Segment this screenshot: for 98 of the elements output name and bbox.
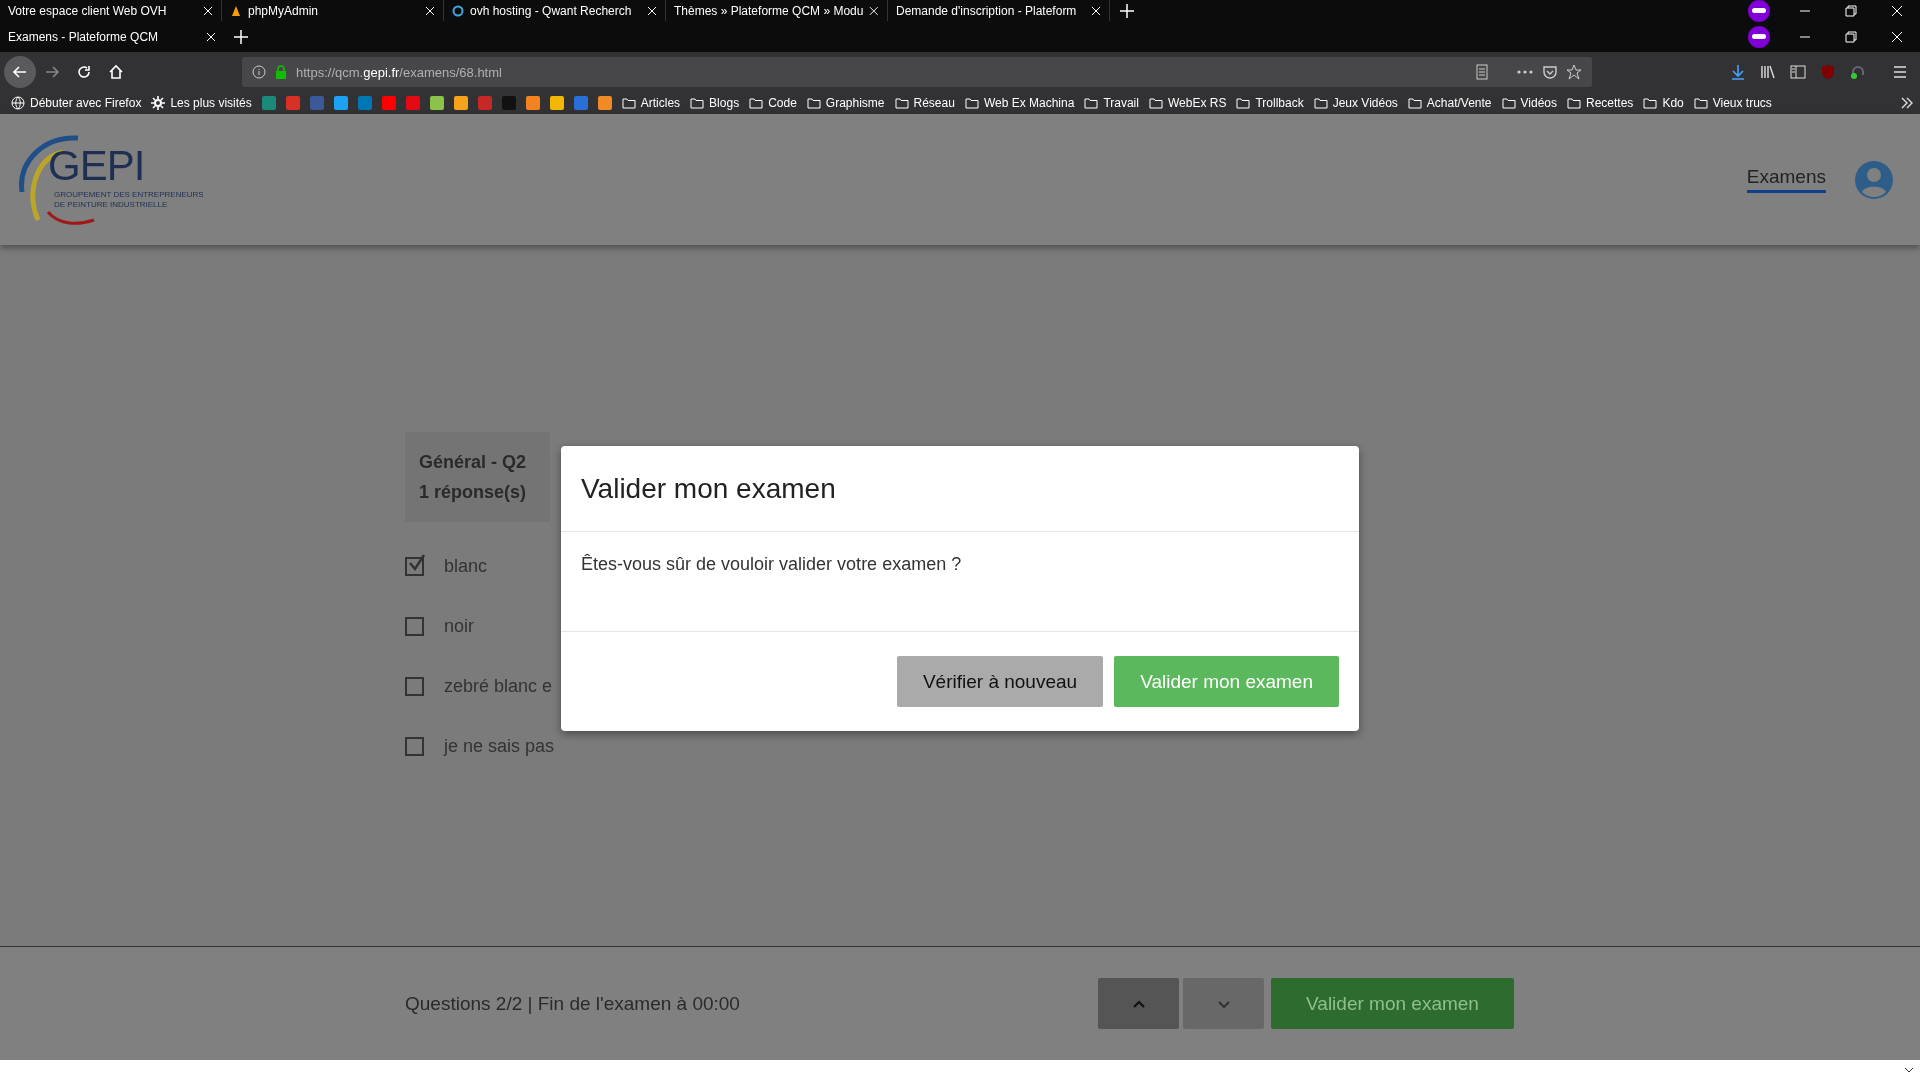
bookmark[interactable]: Code bbox=[744, 92, 802, 114]
close-icon[interactable] bbox=[425, 5, 435, 16]
answer-label: zebré blanc e bbox=[444, 676, 553, 697]
folder-icon bbox=[749, 96, 764, 110]
folder-icon bbox=[806, 96, 821, 110]
checkbox[interactable] bbox=[405, 557, 424, 576]
folder-icon bbox=[621, 96, 636, 110]
favicon-icon[interactable] bbox=[381, 96, 396, 110]
folder-icon bbox=[1567, 96, 1581, 110]
favicon-icon[interactable] bbox=[453, 96, 468, 110]
lock-icon bbox=[274, 65, 288, 79]
close-icon[interactable] bbox=[869, 5, 879, 16]
reload-icon bbox=[76, 64, 92, 80]
exam-status: Questions 2/2 | Fin de l'examen à 00:00 bbox=[405, 992, 741, 1015]
folder-icon bbox=[1313, 96, 1328, 110]
checkbox[interactable] bbox=[405, 617, 424, 636]
folder-icon bbox=[1148, 96, 1163, 110]
chevron-down-icon[interactable] bbox=[1904, 1065, 1914, 1075]
browser-tab[interactable]: Votre espace client Web OVH bbox=[0, 0, 222, 21]
library-icon[interactable] bbox=[1760, 64, 1776, 80]
close-icon[interactable] bbox=[1091, 5, 1101, 16]
bookmark[interactable]: Les plus visités bbox=[146, 92, 257, 114]
bookmark[interactable]: Web Ex Machina bbox=[959, 92, 1080, 114]
folder-icon bbox=[1501, 96, 1516, 110]
download-icon[interactable] bbox=[1730, 64, 1746, 80]
url-text: https://qcm.gepi.fr/examens/68.html bbox=[296, 64, 503, 80]
folder-icon bbox=[1643, 96, 1658, 110]
restore-icon[interactable] bbox=[1845, 30, 1857, 43]
back-arrow-icon bbox=[12, 64, 28, 80]
sidebar-icon[interactable] bbox=[1790, 64, 1806, 80]
dialog-message: Êtes-vous sûr de vouloir valider votre examen ? bbox=[581, 554, 963, 575]
bookmark[interactable]: Trollback bbox=[1231, 92, 1309, 114]
info-icon[interactable] bbox=[252, 65, 266, 79]
menu-icon[interactable] bbox=[1892, 64, 1908, 80]
favicon-icon[interactable] bbox=[597, 96, 612, 110]
gear-icon bbox=[151, 96, 166, 110]
favicon-icon[interactable] bbox=[429, 96, 444, 110]
restore-icon[interactable] bbox=[1845, 4, 1857, 17]
browser-tab[interactable]: Demande d'inscription - Plateform bbox=[888, 0, 1110, 21]
checkbox[interactable] bbox=[405, 737, 424, 756]
close-icon[interactable] bbox=[206, 31, 216, 42]
folder-icon bbox=[964, 96, 979, 110]
folder-icon bbox=[1084, 96, 1099, 110]
forward-arrow-icon bbox=[44, 64, 60, 80]
bookmark[interactable]: Jeux Vidéos bbox=[1308, 92, 1403, 114]
bookmark[interactable]: Travail bbox=[1079, 92, 1144, 114]
bookmark[interactable]: Achat/Vente bbox=[1402, 92, 1497, 114]
bookmark[interactable]: Graphisme bbox=[801, 92, 890, 114]
chevrons-icon[interactable] bbox=[1900, 96, 1914, 110]
close-icon[interactable] bbox=[1891, 30, 1903, 43]
home-icon bbox=[108, 64, 124, 80]
folder-icon bbox=[1236, 96, 1251, 110]
plus-icon[interactable] bbox=[234, 29, 248, 44]
back-button[interactable] bbox=[4, 56, 36, 88]
globe-icon bbox=[11, 96, 25, 110]
answer-label: blanc bbox=[444, 556, 488, 577]
logo-tagline: GROUPEMENT DES ENTREPRENEURS bbox=[54, 190, 204, 199]
review-button[interactable]: Vérifier à nouveau bbox=[896, 656, 1104, 707]
bookmark[interactable]: Articles bbox=[616, 92, 686, 114]
ring-icon bbox=[452, 4, 464, 17]
browser-tab[interactable]: Examens - Plateforme QCM bbox=[0, 21, 224, 52]
bookmark[interactable]: WebEx RS bbox=[1143, 92, 1232, 114]
browser-tab[interactable]: phpMyAdmin bbox=[222, 0, 444, 21]
answer-label: noir bbox=[444, 616, 474, 637]
answer-label: je ne sais pas bbox=[444, 736, 555, 757]
bookmark[interactable]: Réseau bbox=[889, 92, 960, 114]
close-icon[interactable] bbox=[1891, 4, 1903, 17]
plus-icon[interactable] bbox=[1120, 3, 1134, 18]
browser-tab[interactable]: ovh hosting - Qwant Recherch bbox=[444, 0, 666, 21]
browser-tab[interactable]: Thèmes » Plateforme QCM » Modu bbox=[666, 0, 888, 21]
bookmark[interactable]: Kdo bbox=[1638, 92, 1689, 114]
folder-icon bbox=[690, 96, 705, 110]
dialog-title: Valider mon examen bbox=[581, 472, 836, 505]
nav-link[interactable]: Examens bbox=[1746, 166, 1826, 193]
folder-icon bbox=[1407, 96, 1422, 110]
address-bar[interactable]: https://qcm.gepi.fr/examens/68.html bbox=[242, 57, 1592, 87]
logo-text: GEPI bbox=[48, 142, 145, 190]
close-icon[interactable] bbox=[647, 5, 657, 16]
bookmark[interactable]: Vidéos bbox=[1496, 92, 1562, 114]
bookmark[interactable]: Blogs bbox=[685, 92, 745, 114]
close-icon[interactable] bbox=[203, 5, 213, 16]
pocket-icon[interactable] bbox=[1542, 64, 1558, 80]
checkbox[interactable] bbox=[405, 677, 424, 696]
favicon-icon[interactable] bbox=[333, 96, 348, 110]
sail-icon bbox=[230, 4, 242, 17]
bookmark[interactable]: Débuter avec Firefox bbox=[6, 92, 147, 114]
favicon-icon[interactable] bbox=[525, 96, 540, 110]
bookmark[interactable]: Vieux trucs bbox=[1688, 92, 1777, 114]
favicon-icon[interactable] bbox=[261, 96, 276, 110]
answer-count: 1 réponse(s) bbox=[419, 481, 528, 504]
star-icon[interactable] bbox=[1566, 64, 1582, 80]
bookmark[interactable]: Recettes bbox=[1562, 92, 1639, 114]
reader-view-icon[interactable] bbox=[1474, 64, 1490, 80]
question-title: Général - Q2 bbox=[419, 451, 528, 474]
folder-icon bbox=[1693, 96, 1708, 110]
folder-icon bbox=[894, 96, 909, 110]
favicon-icon[interactable] bbox=[549, 96, 564, 110]
logo-tagline: DE PEINTURE INDUSTRIELLE bbox=[54, 200, 168, 209]
